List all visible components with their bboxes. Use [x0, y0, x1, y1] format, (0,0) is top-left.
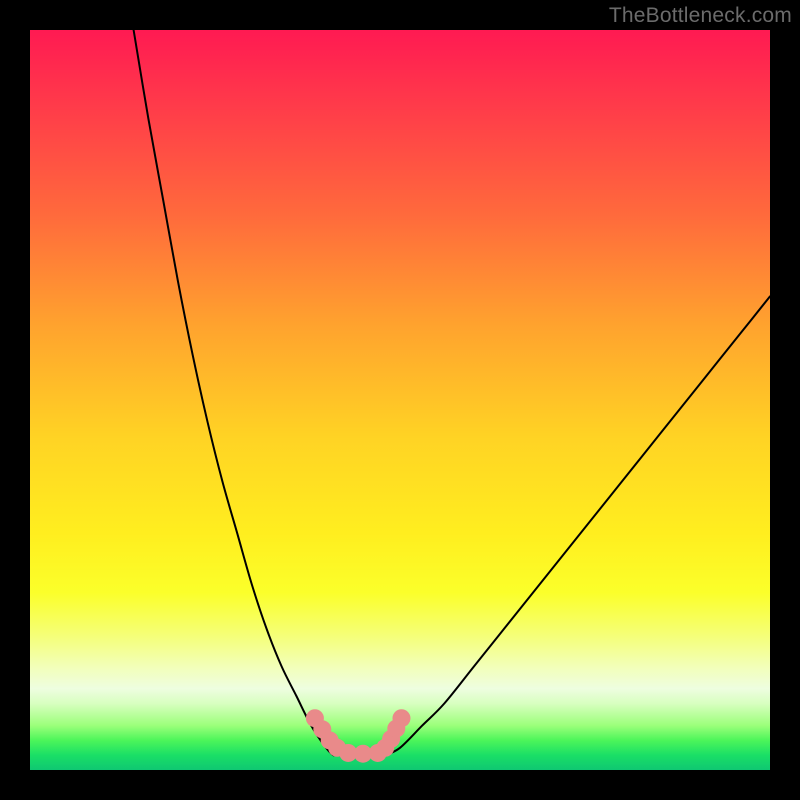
marker-dot	[392, 709, 410, 727]
curve-right-curve	[385, 296, 770, 755]
curve-left-curve	[134, 30, 334, 755]
watermark-text: TheBottleneck.com	[609, 4, 792, 28]
chart-frame: TheBottleneck.com	[0, 0, 800, 800]
plot-area	[30, 30, 770, 770]
curve-layer	[30, 30, 770, 770]
